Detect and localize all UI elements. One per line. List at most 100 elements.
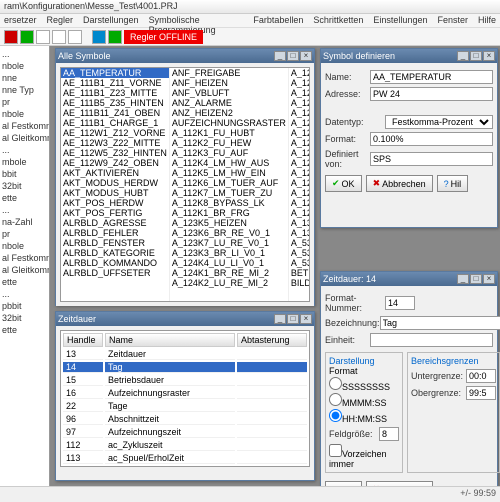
- table-row[interactable]: 14Tag: [63, 362, 307, 373]
- table-row[interactable]: 97Aufzeichnungszeit: [63, 427, 307, 438]
- table-row[interactable]: 113ac_Spuel/ErholZeit: [63, 453, 307, 464]
- symbol-item[interactable]: A_124K4_BR_LI_MI_2: [289, 68, 310, 78]
- symbol-item[interactable]: AKT_POS_HERDW: [61, 198, 169, 208]
- symbol-item[interactable]: A_125K3_LU_RE_OB_4: [289, 138, 310, 148]
- symbol-item[interactable]: A_112K4_LM_HW_AUS: [170, 158, 288, 168]
- symbol-item[interactable]: ANF_VBLUFT: [170, 88, 288, 98]
- symbol-item[interactable]: A_124K7_LU_RE_HI_3: [289, 98, 310, 108]
- minimize-icon[interactable]: _: [274, 51, 286, 61]
- check-sign[interactable]: [329, 444, 342, 457]
- symbol-item[interactable]: A_123K5_HEIZEN: [170, 218, 288, 228]
- symbol-item[interactable]: ANZ_ALARME: [170, 98, 288, 108]
- symbol-item[interactable]: A_130P1_BETRIEBSDA: [289, 218, 310, 228]
- symbol-item[interactable]: A_125K5_LU_LI_OB_4: [289, 158, 310, 168]
- menu-item[interactable]: ersetzer: [4, 15, 37, 26]
- menu-item[interactable]: Schrittketten: [313, 15, 363, 26]
- symbol-item[interactable]: A_123K7_LU_RE_V0_1: [170, 238, 288, 248]
- symbol-item[interactable]: ALRBLD_FEHLER: [61, 228, 169, 238]
- symbol-item[interactable]: AE_111B1_Z11_VORNE: [61, 78, 169, 88]
- minimize-icon[interactable]: _: [457, 51, 469, 61]
- symbol-item[interactable]: A_124K6_BR_RE_HI_3: [289, 88, 310, 98]
- menu-item[interactable]: Farbtabellen: [253, 15, 303, 26]
- menu-item[interactable]: Einstellungen: [373, 15, 427, 26]
- symbol-item[interactable]: BILD_MODUS_HERDW: [289, 278, 310, 288]
- symbol-item[interactable]: AA_TEMPERATUR: [61, 68, 169, 78]
- symbol-list[interactable]: AA_TEMPERATURAE_111B1_Z11_VORNEAE_111B1_…: [60, 67, 310, 302]
- symbol-item[interactable]: A_130P2_HEIZEN: [289, 228, 310, 238]
- close-icon[interactable]: ×: [483, 51, 495, 61]
- menu-item[interactable]: Regler: [47, 15, 74, 26]
- table-row[interactable]: 22Tage: [63, 401, 307, 412]
- tool-icon[interactable]: [92, 30, 106, 44]
- duration-table[interactable]: HandleNameAbtasterung 13Zeitdauer14Tag15…: [60, 330, 310, 467]
- maximize-icon[interactable]: □: [470, 51, 482, 61]
- symbol-item[interactable]: A_124K2_LU_RE_MI_2: [170, 278, 288, 288]
- ok-button[interactable]: ✔OK: [325, 175, 362, 192]
- symbol-item[interactable]: AUFZEICHNUNGSRASTER: [170, 118, 288, 128]
- symbol-item[interactable]: BETRIEBSDAUER: [289, 268, 310, 278]
- input-addr[interactable]: [370, 87, 493, 101]
- symbol-item[interactable]: A_125K4_STOER_QUIT: [289, 168, 310, 178]
- radio-mmss[interactable]: [329, 393, 342, 406]
- menu-item[interactable]: Hilfe: [478, 15, 496, 26]
- input-upper[interactable]: [466, 386, 496, 400]
- symbol-item[interactable]: AE_112W1_Z12_VORNE: [61, 128, 169, 138]
- symbol-item[interactable]: A_112K1_BR_FRG: [170, 208, 288, 218]
- input-name[interactable]: [370, 70, 493, 84]
- symbol-item[interactable]: A_112K8_BYPASS_LK: [170, 198, 288, 208]
- table-row[interactable]: 96Abschnittzeit: [63, 414, 307, 425]
- symbol-item[interactable]: AE_111B1_Z23_MITTE: [61, 88, 169, 98]
- symbol-item[interactable]: AE_112W9_Z42_OBEN: [61, 158, 169, 168]
- symbol-item[interactable]: AKT_MODUS_HERDW: [61, 178, 169, 188]
- symbol-item[interactable]: A_123K3_BR_LI_V0_1: [170, 248, 288, 258]
- table-row[interactable]: 15Betriebsdauer: [63, 375, 307, 386]
- maximize-icon[interactable]: □: [287, 51, 299, 61]
- window-titlebar[interactable]: Zeitdauer _□×: [56, 312, 314, 326]
- symbol-item[interactable]: ALRBLD_FENSTER: [61, 238, 169, 248]
- symbol-item[interactable]: A_53P5_GELB_LEUFT: [289, 238, 310, 248]
- symbol-item[interactable]: AE_111B11_Z41_OBEN: [61, 108, 169, 118]
- tool-icon[interactable]: [68, 30, 82, 44]
- cancel-button[interactable]: ✖Abbrechen: [366, 175, 433, 192]
- table-row[interactable]: 16Aufzeichnungsraster: [63, 388, 307, 399]
- symbol-item[interactable]: A_53P5_GRUEN_FERTIG: [289, 248, 310, 258]
- symbol-item[interactable]: A_123K7_MV_TUER_AUS: [289, 198, 310, 208]
- symbol-item[interactable]: A_112K6_LM_TUER_AUF: [170, 178, 288, 188]
- symbol-item[interactable]: A_124K5_LU_LI_MI_2: [289, 78, 310, 88]
- close-icon[interactable]: ×: [483, 274, 495, 284]
- symbol-item[interactable]: A_124K8_BR_LI_HI_3: [289, 108, 310, 118]
- input-format[interactable]: [370, 132, 493, 146]
- table-row[interactable]: 112ac_Zykluszeit: [63, 440, 307, 451]
- help-button[interactable]: ?Hil: [437, 175, 469, 192]
- symbol-item[interactable]: A_125K1_LU_LI_HI_3: [289, 118, 310, 128]
- table-row[interactable]: 13Zeitdauer: [63, 349, 307, 360]
- maximize-icon[interactable]: □: [287, 314, 299, 324]
- radio-sssss[interactable]: [329, 377, 342, 390]
- tool-icon[interactable]: [36, 30, 50, 44]
- symbol-item[interactable]: ANF_HEIZEN: [170, 78, 288, 88]
- symbol-item[interactable]: A_125K2_BR_RE_OB_4: [289, 128, 310, 138]
- symbol-item[interactable]: A_125K4_BR_LI_OB_4: [289, 148, 310, 158]
- symbol-item[interactable]: AKT_POS_FERTIG: [61, 208, 169, 218]
- symbol-item[interactable]: ALRBLD_AGRESSE: [61, 218, 169, 228]
- symbol-item[interactable]: A_123K8_MV_TUER_AUS: [289, 208, 310, 218]
- symbol-item[interactable]: AKT_MODUS_HUBT: [61, 188, 169, 198]
- input-bez[interactable]: [380, 316, 500, 330]
- symbol-item[interactable]: ANZ_HEIZEN2: [170, 108, 288, 118]
- symbol-item[interactable]: AE_111B5_Z35_HINTEN: [61, 98, 169, 108]
- symbol-item[interactable]: A_123K6_BR_RE_V0_1: [170, 228, 288, 238]
- minimize-icon[interactable]: _: [274, 314, 286, 324]
- symbol-item[interactable]: A_53K4_ROT_STOERUNG: [289, 258, 310, 268]
- window-titlebar[interactable]: Zeitdauer: 14 _□×: [321, 272, 497, 286]
- input-unit[interactable]: [370, 333, 493, 347]
- symbol-item[interactable]: ALRBLD_KOMMANDO: [61, 258, 169, 268]
- input-fieldsize[interactable]: [379, 427, 399, 441]
- symbol-item[interactable]: ALRBLD_KATEGORIE: [61, 248, 169, 258]
- tool-icon[interactable]: [52, 30, 66, 44]
- symbol-item[interactable]: A_124K4_LU_LI_V0_1: [170, 258, 288, 268]
- symbol-item[interactable]: A_129K5_SAMMERSTOER: [289, 178, 310, 188]
- symbol-item[interactable]: A_124K1_BR_RE_MI_2: [170, 268, 288, 278]
- radio-hhmmss[interactable]: [329, 409, 342, 422]
- tool-icon[interactable]: [4, 30, 18, 44]
- minimize-icon[interactable]: _: [457, 274, 469, 284]
